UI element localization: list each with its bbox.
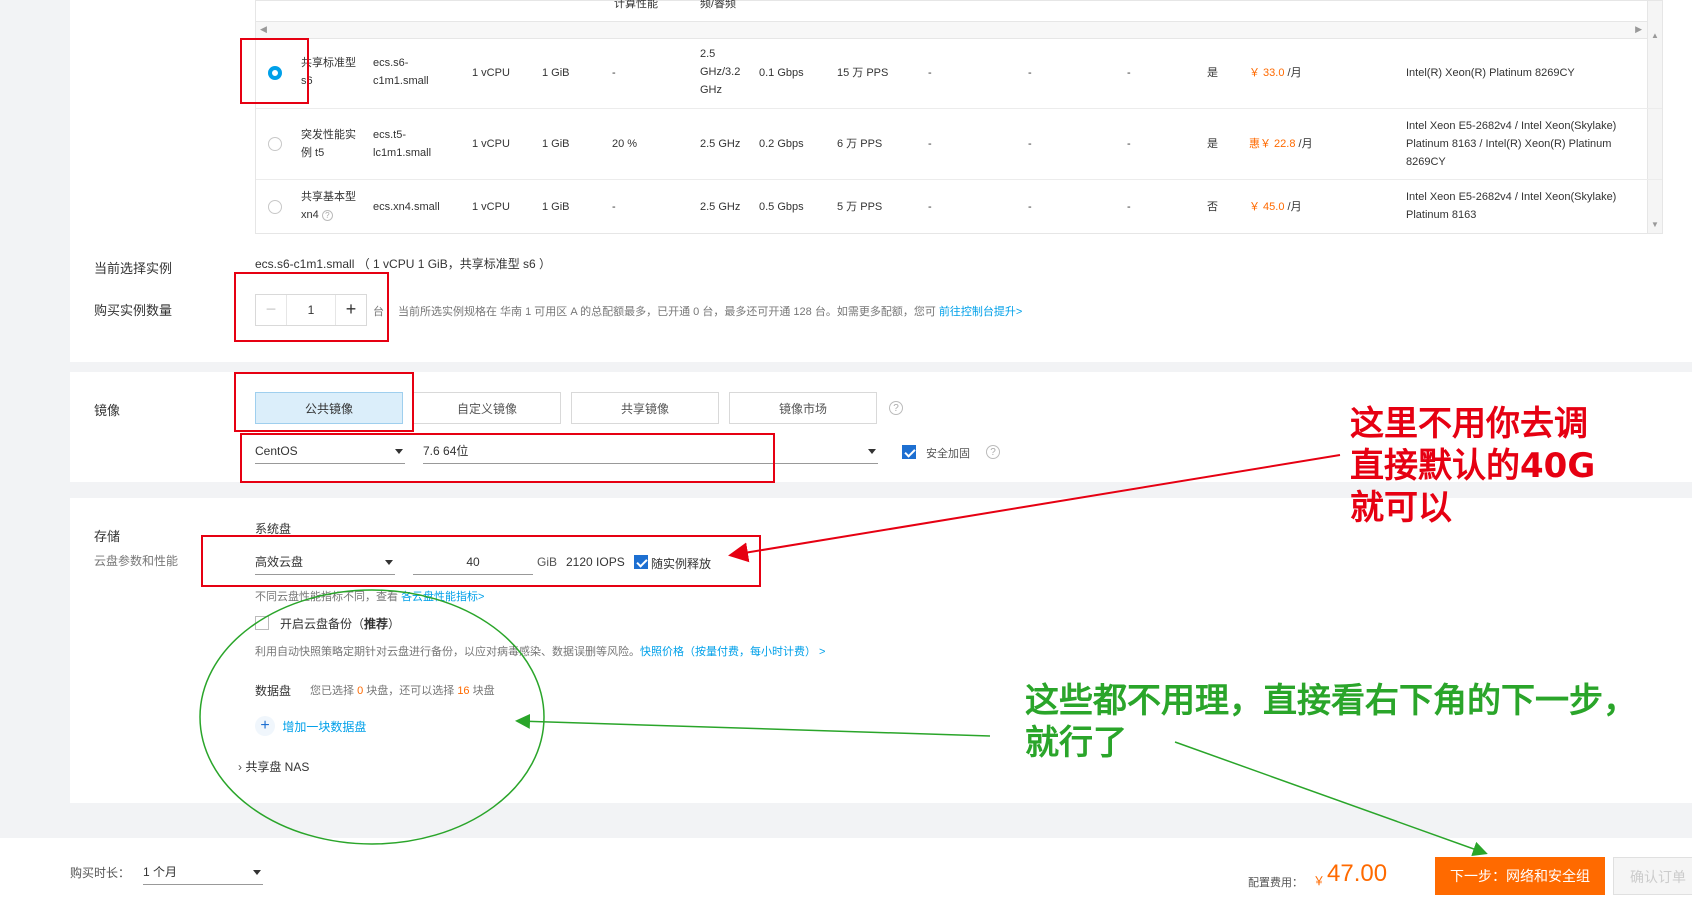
green-arrow-down xyxy=(1174,741,1488,857)
green-ellipse xyxy=(199,589,545,845)
red-arrow xyxy=(728,454,1341,563)
green-arrow-left xyxy=(515,713,991,737)
annotation-arrows xyxy=(199,454,1488,857)
